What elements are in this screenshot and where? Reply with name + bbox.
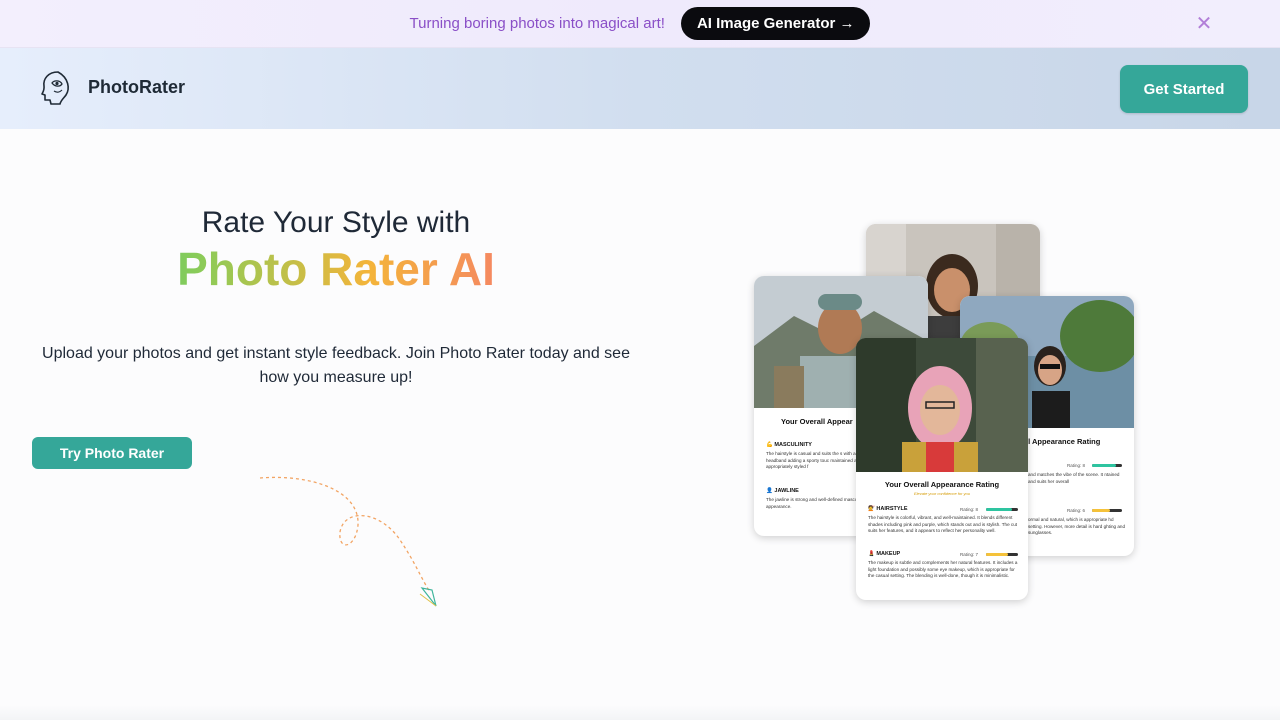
card-description: The jawline is strong and well-defined m… [766,497,865,509]
card-rating: Rating: 8 [960,507,979,512]
sample-card-front: Your Overall Appearance Rating Elevate y… [856,338,1028,600]
hero-title-line1: Rate Your Style with [201,206,471,239]
card-rating: Rating: 8 [1067,463,1086,468]
portrait-photo [856,338,1028,472]
rating-bar [1092,464,1122,467]
card-category: 👤 JAWLINE [766,488,799,494]
announcement-banner: Turning boring photos into magical art! … [0,0,1280,48]
card-subtitle: Elevate your confidence for you [913,491,971,496]
rating-bar [986,508,1018,511]
hero-title-line2: Photo Rater AI [0,242,672,296]
navbar: PhotoRater Get Started [0,48,1280,129]
close-icon[interactable]: ✕ [1194,14,1214,34]
card-title: ll Appearance Rating [1026,437,1101,446]
card-description: The hairstyle is casual and suits the s … [766,451,862,469]
card-description: and matches the vibe of the scene. It nt… [1028,472,1120,484]
card-description: The makeup is subtle and complements her… [868,560,1018,578]
brand-name[interactable]: PhotoRater [88,77,185,98]
try-photo-rater-button[interactable]: Try Photo Rater [32,437,192,469]
card-category: 💄 MAKEUP [868,551,901,557]
banner-text: Turning boring photos into magical art! [409,15,665,32]
card-rating: Rating: 6 [1067,508,1086,513]
card-rating: Rating: 7 [960,552,979,557]
card-category: 💪 MASCULINITY [766,442,812,448]
rating-bar [986,553,1018,556]
card-category: 💇 HAIRSTYLE [868,506,908,512]
get-started-button[interactable]: Get Started [1120,65,1248,113]
card-description: ormal and natural, which is appropriate … [1028,517,1126,535]
rating-bar [1092,509,1122,512]
page-bottom-edge [0,705,1280,720]
hero-subtitle: Upload your photos and get instant style… [42,345,630,386]
card-description: The hairstyle is colorful, vibrant, and … [868,515,1018,533]
head-logo-icon[interactable] [40,70,72,106]
decorative-arrow-icon [259,476,437,607]
card-title: Your Overall Appearance Rating [884,480,1000,489]
ai-image-generator-button[interactable]: AI Image Generator → [680,7,871,40]
